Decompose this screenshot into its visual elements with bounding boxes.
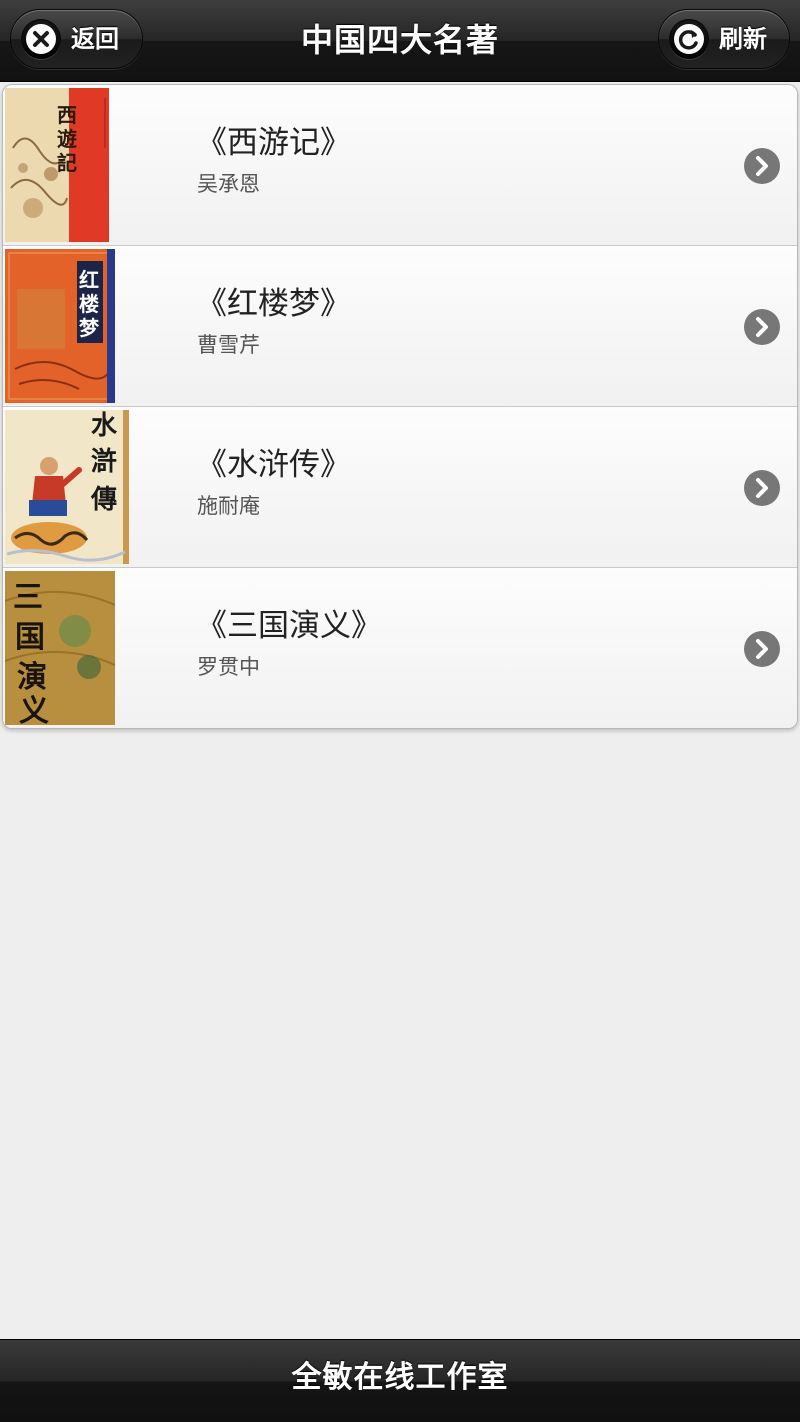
list-item[interactable]: 西 遊 記 《西游记》 吴承恩 <box>3 85 797 246</box>
book-cover-sanguoyanyi: 三 国 演 义 <box>5 571 115 725</box>
book-cover-xiyouji: 西 遊 記 <box>5 88 109 242</box>
list-item[interactable]: 水 滸 傳 《水浒传》 施耐庵 <box>3 407 797 568</box>
svg-text:楼: 楼 <box>79 292 99 316</box>
header-bar: 返回 中国四大名著 刷新 <box>0 0 800 82</box>
list-item[interactable]: 红 楼 梦 《红楼梦》 曹雪芹 <box>3 246 797 407</box>
svg-text:三: 三 <box>13 580 43 615</box>
book-author: 施耐庵 <box>197 494 260 518</box>
svg-text:滸: 滸 <box>91 447 117 477</box>
svg-text:記: 記 <box>57 151 77 175</box>
svg-text:红: 红 <box>79 268 99 292</box>
footer-text: 全敏在线工作室 <box>291 1360 509 1395</box>
footer-bar: 全敏在线工作室 <box>0 1339 800 1422</box>
book-author: 吴承恩 <box>197 172 260 196</box>
book-author: 曹雪芹 <box>197 333 260 357</box>
refresh-button-label: 刷新 <box>719 25 767 53</box>
book-author: 罗贯中 <box>197 655 260 679</box>
book-title: 《水浒传》 <box>196 447 351 483</box>
book-cover-hongloumeng: 红 楼 梦 <box>5 249 115 403</box>
chevron-right-icon <box>744 148 780 184</box>
svg-text:梦: 梦 <box>79 316 100 340</box>
svg-text:义: 义 <box>19 694 49 725</box>
book-title: 《西游记》 <box>196 125 351 161</box>
svg-text:水: 水 <box>91 411 118 441</box>
cover-title-text: 西 <box>57 103 77 127</box>
chevron-right-icon <box>744 631 780 667</box>
book-title: 《红楼梦》 <box>196 286 351 322</box>
refresh-button[interactable]: 刷新 <box>658 9 790 69</box>
book-cover-shuihuzhuan: 水 滸 傳 <box>5 410 129 564</box>
refresh-icon <box>669 19 709 59</box>
book-title: 《三国演义》 <box>196 608 382 644</box>
svg-text:傳: 傳 <box>90 485 117 515</box>
book-list: 西 遊 記 《西游记》 吴承恩 红 楼 梦 《红楼梦》 曹雪芹 水 滸 傳 《水… <box>2 84 798 729</box>
svg-text:遊: 遊 <box>57 127 77 151</box>
chevron-right-icon <box>744 309 780 345</box>
chevron-right-icon <box>744 470 780 506</box>
svg-text:国: 国 <box>15 620 45 655</box>
list-item[interactable]: 三 国 演 义 《三国演义》 罗贯中 <box>3 568 797 728</box>
svg-text:演: 演 <box>17 660 47 695</box>
